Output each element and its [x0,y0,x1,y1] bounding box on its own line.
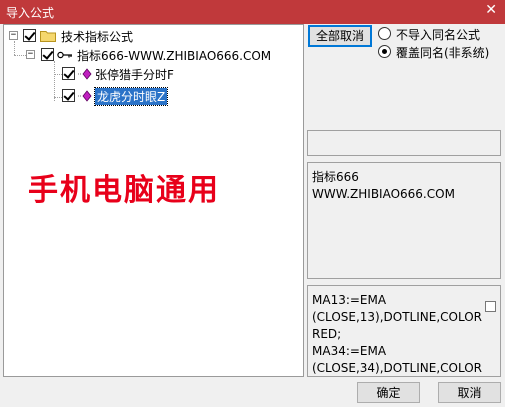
tree-item-label: 龙虎分时眼Z [93,87,169,106]
root-checkbox[interactable] [23,29,36,42]
item-checkbox[interactable] [62,89,75,102]
collapse-icon[interactable]: − [26,50,35,59]
overwrite-same-name-label: 覆盖同名(非系统) [396,46,490,60]
info-line: 指标666 [312,170,359,184]
info-line: WWW.ZHIBIAO666.COM [312,187,455,201]
collapse-icon[interactable]: − [9,31,18,40]
blank-field [307,130,501,156]
item-checkbox[interactable] [62,67,75,80]
tree-row-root[interactable]: − 技术指标公式 [4,27,304,45]
group-checkbox[interactable] [41,48,54,61]
close-icon[interactable]: ✕ [485,2,497,18]
code-text: MA13:=EMA (CLOSE,13),DOTLINE,COLOR RED; … [312,292,482,377]
skip-same-name-label: 不导入同名公式 [396,28,481,42]
code-line: MA34:=EMA [312,344,387,358]
title-bar: 导入公式 ✕ [0,0,505,24]
info-box: 指标666 WWW.ZHIBIAO666.COM [307,162,501,279]
tree-group-label: 指标666-WWW.ZHIBIAO666.COM [77,49,272,63]
code-line: (CLOSE,13),DOTLINE,COLOR [312,310,483,324]
tree-item[interactable]: 龙虎分时眼Z [4,87,304,106]
code-line: (CLOSE,34),DOTLINE,COLOR [312,361,483,375]
code-line: RED; [312,327,342,341]
info-text: 指标666 WWW.ZHIBIAO666.COM [312,169,455,203]
formula-tree[interactable]: − 技术指标公式 − 指标666-WWW.ZHIBIAO666.COM 张停猎手… [3,24,304,377]
watermark-text: 手机电脑通用 [28,173,220,208]
cancel-button[interactable]: 取消 [438,382,501,403]
tree-item-label: 张停猎手分时F [95,68,174,82]
tree-row-group[interactable]: − 指标666-WWW.ZHIBIAO666.COM [4,46,304,64]
overwrite-same-name-radio[interactable] [378,45,391,58]
folder-icon [40,31,56,42]
code-preview[interactable]: MA13:=EMA (CLOSE,13),DOTLINE,COLOR RED; … [307,285,501,377]
code-checkbox[interactable] [485,301,496,312]
key-icon [57,51,72,59]
ok-button[interactable]: 确定 [357,382,420,403]
formula-icon [78,90,92,102]
skip-same-name-radio[interactable] [378,27,391,40]
deselect-all-button[interactable]: 全部取消 [308,25,372,47]
tree-item[interactable]: 张停猎手分时F [4,65,304,83]
window-title: 导入公式 [6,6,55,20]
code-line: MA13:=EMA [312,293,387,307]
formula-icon [78,68,92,80]
tree-root-label: 技术指标公式 [61,30,134,44]
